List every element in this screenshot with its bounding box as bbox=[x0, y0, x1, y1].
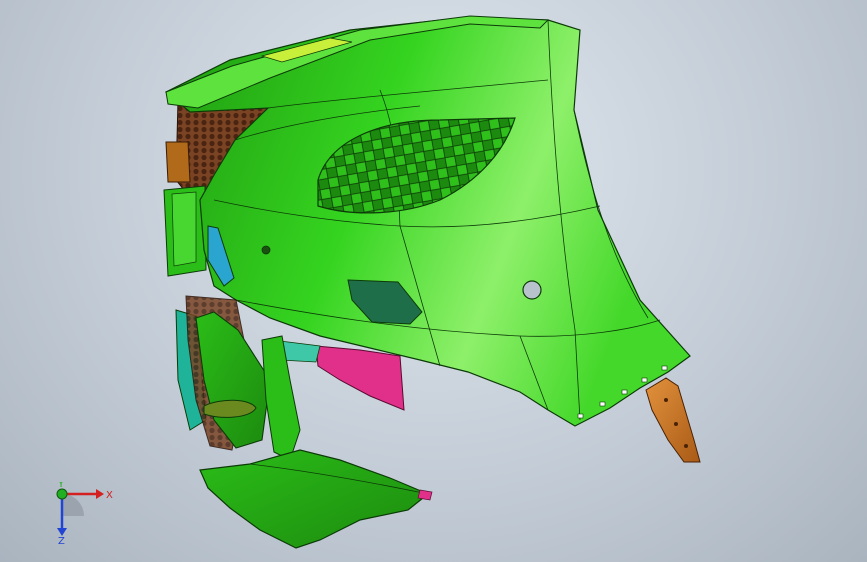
left-bracket[interactable] bbox=[165, 141, 191, 183]
3d-viewport[interactable]: X Y Z bbox=[0, 0, 867, 562]
pink-clip-bracket[interactable] bbox=[315, 345, 405, 411]
left-side-inner[interactable] bbox=[171, 191, 197, 267]
parking-sensor-hole[interactable] bbox=[522, 280, 542, 300]
x-axis-label: X bbox=[106, 490, 113, 501]
z-axis-arrow bbox=[57, 528, 67, 536]
splitter-tab[interactable] bbox=[417, 489, 433, 501]
lower-splitter[interactable] bbox=[199, 449, 430, 549]
y-axis-label: Y bbox=[57, 482, 65, 490]
mounting-brace[interactable] bbox=[645, 377, 701, 463]
bumper-assembly-model[interactable] bbox=[0, 0, 867, 562]
small-hole bbox=[261, 245, 271, 255]
y-axis-dot bbox=[56, 488, 68, 500]
z-axis-label: Z bbox=[58, 536, 65, 544]
x-axis-arrow bbox=[96, 489, 104, 499]
coordinate-triad: X Y Z bbox=[56, 482, 113, 544]
